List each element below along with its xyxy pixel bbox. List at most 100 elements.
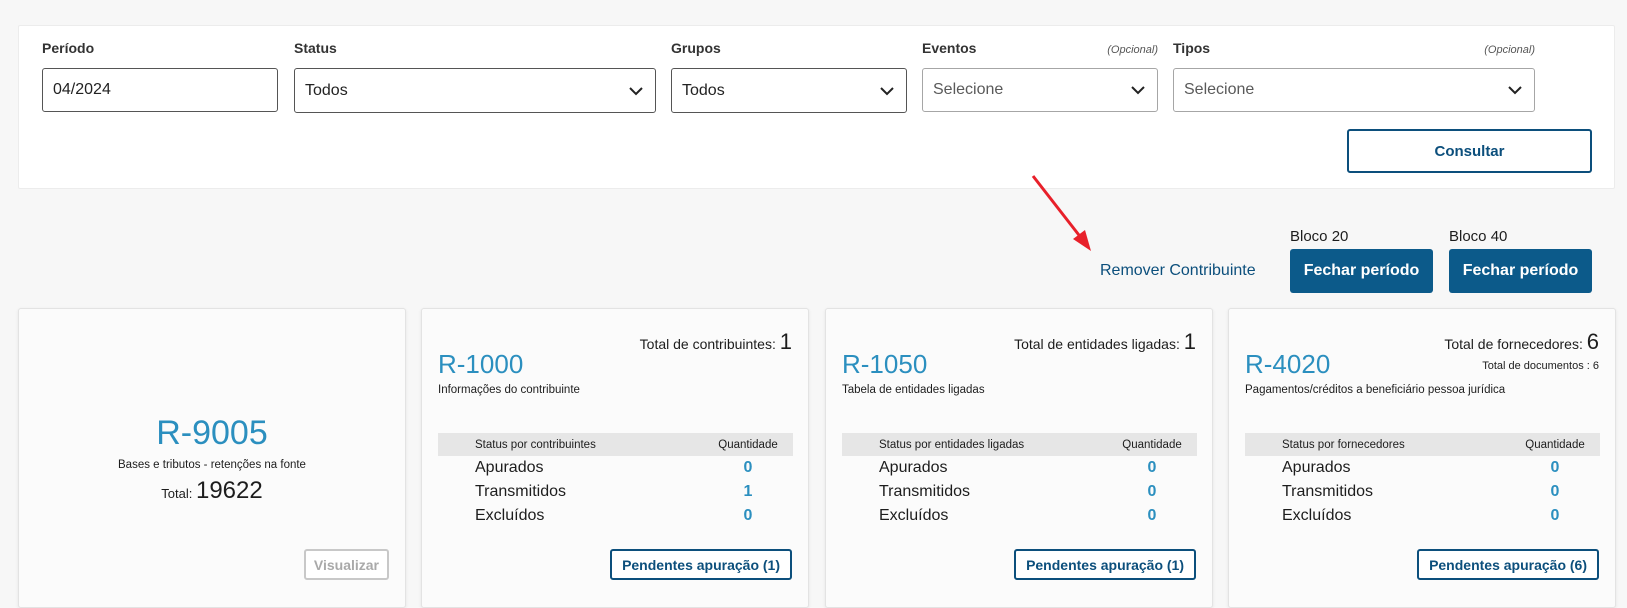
status-header-label: Status por entidades ligadas: [879, 438, 1025, 451]
consult-button[interactable]: Consultar: [1347, 129, 1592, 173]
row-value[interactable]: 0: [1510, 507, 1600, 525]
row-value[interactable]: 0: [1107, 483, 1197, 501]
close-period-bloco40-button[interactable]: Fechar período: [1449, 249, 1592, 293]
card-total-label: Total:: [161, 486, 193, 501]
status-table-header: Status por contribuintes Quantidade: [438, 433, 793, 456]
status-table: Status por entidades ligadas Quantidade …: [842, 433, 1197, 528]
row-label: Excluídos: [879, 507, 949, 524]
types-optional: (Opcional): [1484, 44, 1535, 56]
row-label: Apurados: [1282, 459, 1351, 476]
chevron-down-icon: [880, 86, 894, 95]
groups-value: Todos: [682, 81, 725, 99]
period-value: 04/2024: [53, 81, 111, 98]
status-label: Status: [294, 40, 337, 56]
row-value[interactable]: 0: [703, 507, 793, 525]
row-label: Apurados: [879, 459, 948, 476]
close-period-bloco20-button[interactable]: Fechar período: [1290, 249, 1433, 293]
card-total-value: 19622: [195, 477, 263, 504]
table-row: Excluídos 0: [842, 504, 1197, 528]
groups-label: Grupos: [671, 40, 721, 56]
groups-filter: Grupos Todos: [671, 40, 907, 113]
card-description: Tabela de entidades ligadas: [842, 384, 985, 396]
chevron-down-icon: [1508, 86, 1522, 95]
card-description: Informações do contribuinte: [438, 384, 580, 396]
card-total-label: Total de fornecedores:: [1444, 336, 1583, 352]
card-code: R-4020: [1245, 349, 1331, 379]
table-row: Transmitidos 1: [438, 480, 793, 504]
card-total-value: 6: [1586, 329, 1599, 354]
status-table-header: Status por fornecedores Quantidade: [1245, 433, 1600, 456]
card-code: R-1050: [842, 349, 928, 379]
row-value[interactable]: 1: [703, 483, 793, 501]
row-label: Excluídos: [475, 507, 545, 524]
row-label: Transmitidos: [879, 483, 970, 500]
table-row: Excluídos 0: [438, 504, 793, 528]
remove-contributor-link[interactable]: Remover Contribuinte: [1100, 262, 1256, 280]
row-value[interactable]: 0: [1107, 507, 1197, 525]
status-header-label: Status por fornecedores: [1282, 438, 1405, 451]
pending-apuracao-button[interactable]: Pendentes apuração (6): [1417, 549, 1599, 580]
bloco20-label: Bloco 20: [1290, 228, 1349, 245]
table-row: Excluídos 0: [1245, 504, 1600, 528]
view-button[interactable]: Visualizar: [303, 549, 389, 580]
card-total: Total: 19622: [19, 477, 405, 505]
status-select[interactable]: Todos: [294, 68, 656, 113]
card-r9005: R-9005 Bases e tributos - retenções na f…: [18, 308, 406, 608]
row-value[interactable]: 0: [1510, 459, 1600, 477]
events-select[interactable]: Selecione: [922, 68, 1158, 112]
card-total-label: Total de entidades ligadas:: [1014, 336, 1180, 352]
row-value[interactable]: 0: [1107, 459, 1197, 477]
annotation-arrow-icon: [1031, 175, 1091, 251]
events-filter: Eventos (Opcional) Selecione: [922, 40, 1158, 112]
status-filter: Status Todos: [294, 40, 656, 113]
period-input[interactable]: 04/2024: [42, 68, 278, 112]
row-label: Apurados: [475, 459, 544, 476]
chevron-down-icon: [629, 86, 643, 95]
types-filter: Tipos (Opcional) Selecione: [1173, 40, 1535, 112]
status-table: Status por fornecedores Quantidade Apura…: [1245, 433, 1600, 528]
row-label: Excluídos: [1282, 507, 1352, 524]
row-label: Transmitidos: [475, 483, 566, 500]
quantity-header-label: Quantidade: [1122, 438, 1182, 451]
card-r1050: Total de entidades ligadas: 1 R-1050 Tab…: [825, 308, 1213, 608]
status-header-label: Status por contribuintes: [475, 438, 596, 451]
table-row: Apurados 0: [438, 456, 793, 480]
card-total: Total de entidades ligadas: 1: [1014, 329, 1196, 355]
period-label: Período: [42, 40, 95, 56]
pending-apuracao-button[interactable]: Pendentes apuração (1): [1014, 549, 1196, 580]
card-code: R-9005: [156, 414, 268, 452]
table-row: Apurados 0: [842, 456, 1197, 480]
card-r4020: Total de fornecedores: 6 Total de docume…: [1228, 308, 1616, 608]
pending-apuracao-button[interactable]: Pendentes apuração (1): [610, 549, 792, 580]
table-row: Transmitidos 0: [842, 480, 1197, 504]
table-row: Apurados 0: [1245, 456, 1600, 480]
row-label: Transmitidos: [1282, 483, 1373, 500]
card-total-label: Total de contribuintes:: [639, 336, 776, 352]
quantity-header-label: Quantidade: [718, 438, 778, 451]
card-description: Pagamentos/créditos a beneficiário pesso…: [1245, 384, 1506, 396]
card-total: Total de contribuintes: 1: [640, 329, 792, 355]
card-total-value: 1: [1183, 329, 1196, 354]
card-r1000: Total de contribuintes: 1 R-1000 Informa…: [421, 308, 809, 608]
status-table: Status por contribuintes Quantidade Apur…: [438, 433, 793, 528]
groups-select[interactable]: Todos: [671, 68, 907, 113]
period-filter: Período 04/2024: [42, 40, 278, 112]
card-total-value: 1: [779, 329, 792, 354]
events-label: Eventos: [922, 40, 977, 56]
events-optional: (Opcional): [1107, 44, 1158, 56]
card-description: Bases e tributos - retenções na fonte: [118, 459, 306, 471]
card-code: R-1000: [438, 349, 524, 379]
card-documents-total: Total de documentos : 6: [1482, 360, 1599, 372]
status-value: Todos: [305, 81, 348, 99]
card-total: Total de fornecedores: 6: [1444, 329, 1599, 355]
row-value[interactable]: 0: [1510, 483, 1600, 501]
types-label: Tipos: [1173, 40, 1211, 56]
filter-panel: Período 04/2024 Status Todos Grupos Todo…: [18, 25, 1615, 189]
types-placeholder: Selecione: [1184, 81, 1255, 98]
types-select[interactable]: Selecione: [1173, 68, 1535, 112]
table-row: Transmitidos 0: [1245, 480, 1600, 504]
row-value[interactable]: 0: [703, 459, 793, 477]
bloco40-label: Bloco 40: [1449, 228, 1508, 245]
quantity-header-label: Quantidade: [1525, 438, 1585, 451]
status-table-header: Status por entidades ligadas Quantidade: [842, 433, 1197, 456]
